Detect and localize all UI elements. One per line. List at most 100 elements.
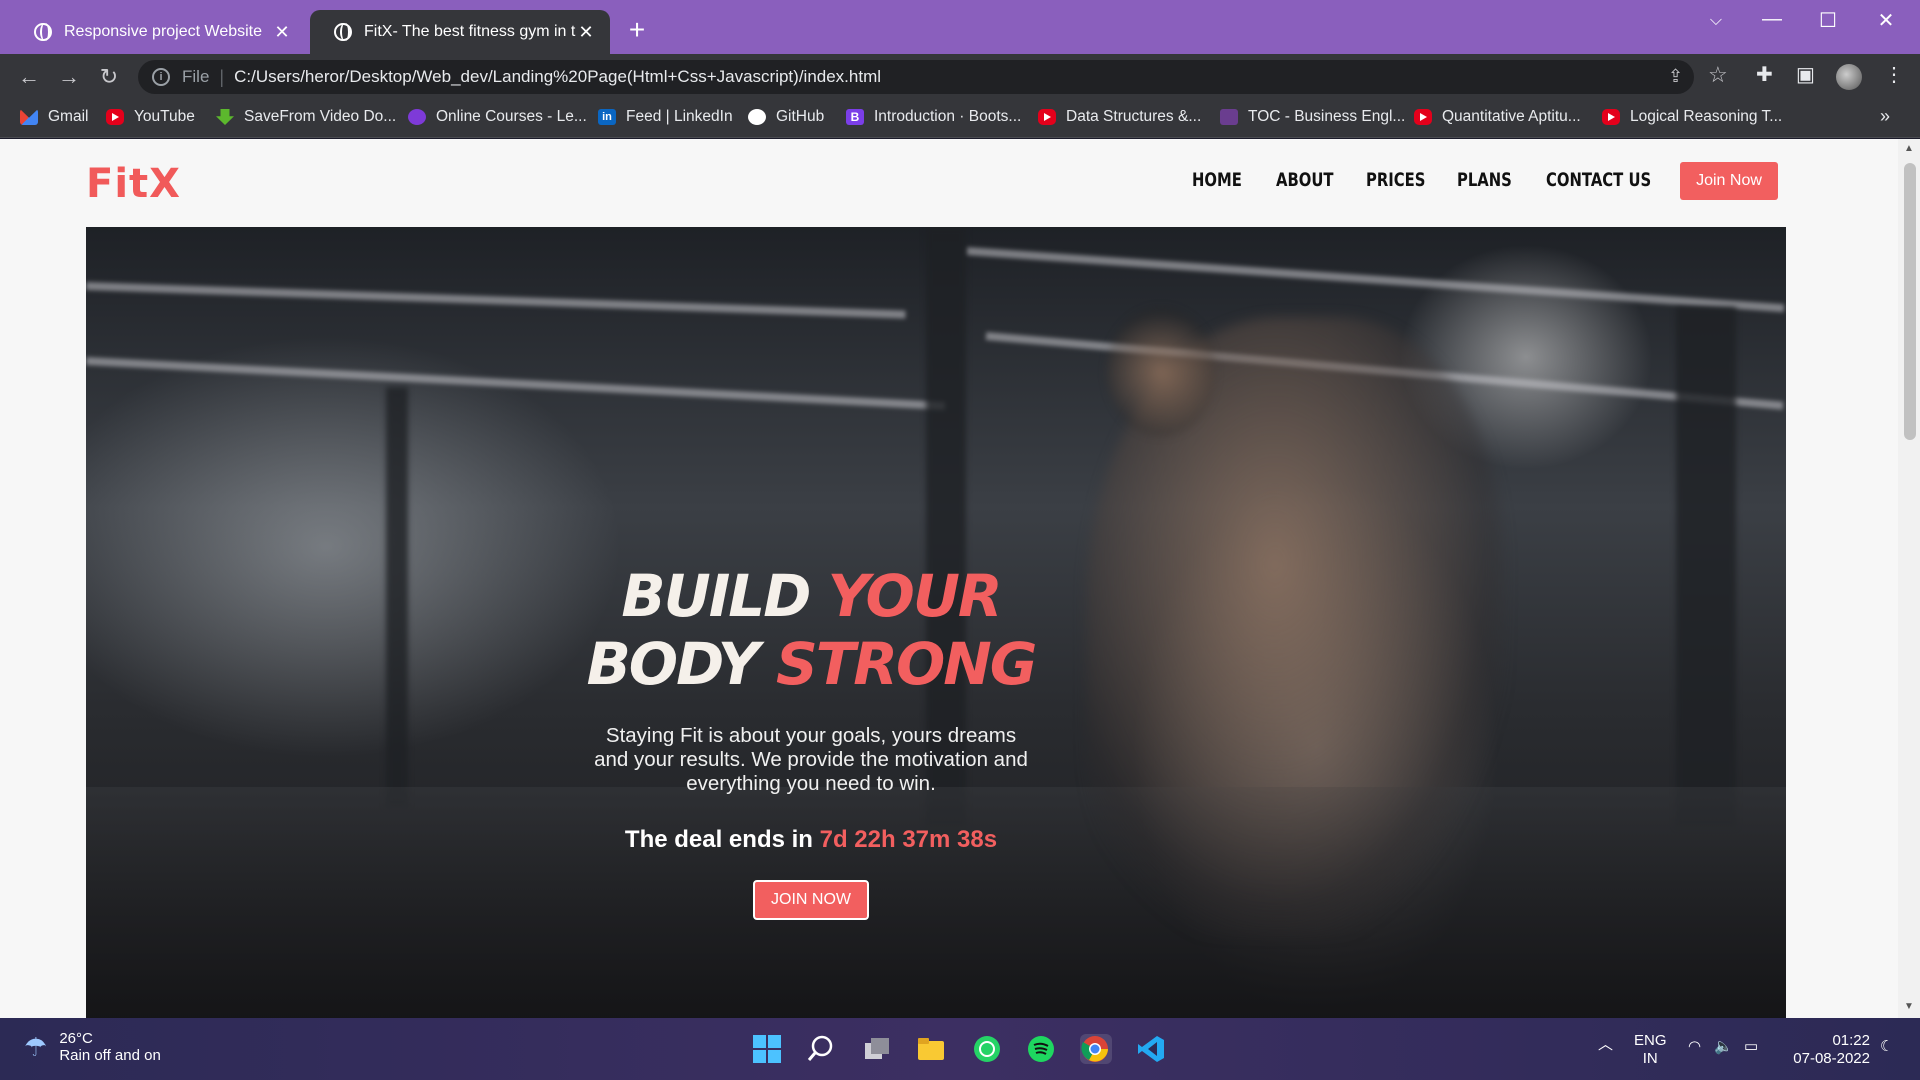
side-panel-icon[interactable]: ▣: [1796, 62, 1815, 87]
deal-prefix: The deal ends in: [624, 826, 813, 853]
file-explorer-icon[interactable]: [916, 1034, 948, 1064]
hero-content: BUILD YOUR BODY STRONG Staying Fit is ab…: [586, 562, 1038, 920]
show-hidden-icons-chevron-icon[interactable]: ︿: [1598, 1036, 1613, 1054]
bookmark-gmail[interactable]: Gmail: [20, 108, 88, 126]
youtube-icon: [1414, 109, 1432, 125]
url-separator: |: [219, 66, 225, 87]
close-tab-icon[interactable]: ✕: [576, 22, 596, 43]
minimize-button[interactable]: —: [1752, 8, 1792, 31]
youtube-icon: [1038, 109, 1056, 125]
maximize-button[interactable]: ☐: [1808, 8, 1848, 33]
battery-icon[interactable]: ▭: [1744, 1038, 1758, 1056]
nav-plans[interactable]: PLANS: [1457, 169, 1512, 191]
share-icon[interactable]: ⇪: [1668, 66, 1683, 87]
weather-temp: 26°C: [59, 1030, 93, 1047]
region-code: IN: [1642, 1050, 1658, 1067]
nav-home[interactable]: HOME: [1192, 169, 1242, 191]
page-viewport: FitX HOME ABOUT PRICES PLANS CONTACT US …: [0, 139, 1898, 1018]
spotify-icon[interactable]: [1026, 1034, 1058, 1064]
weather-description: Rain off and on: [59, 1047, 161, 1064]
globe-icon: [34, 23, 52, 41]
address-bar[interactable]: i File | C:/Users/heror/Desktop/Web_dev/…: [138, 60, 1694, 94]
bookmark-label: Logical Reasoning T...: [1630, 108, 1783, 125]
bookmark-label: YouTube: [134, 108, 195, 125]
menu-kebab-icon[interactable]: ⋮: [1884, 62, 1904, 87]
linkedin-icon: in: [598, 109, 616, 125]
nav-contact-us[interactable]: CONTACT US: [1546, 169, 1651, 191]
umbrella-rain-icon: ☂: [24, 1031, 48, 1062]
udemy-icon: [408, 109, 426, 125]
toc-icon: [1220, 109, 1238, 125]
bookmark-data-structures[interactable]: Data Structures &...: [1038, 108, 1201, 126]
youtube-icon: [1602, 109, 1620, 125]
bookmark-toc[interactable]: TOC - Business Engl...: [1220, 108, 1405, 126]
extensions-icon[interactable]: ✚: [1756, 62, 1773, 87]
bookmark-label: Introduction · Boots...: [874, 108, 1022, 125]
hero-heading: BUILD YOUR BODY STRONG: [586, 562, 1038, 698]
reload-icon[interactable]: ↻: [94, 62, 124, 92]
page-scrollbar[interactable]: ▲ ▼: [1898, 139, 1920, 1018]
clock-time: 01:22: [1832, 1032, 1870, 1049]
gym-pillar: [1676, 307, 1736, 827]
vscode-icon[interactable]: [1136, 1034, 1168, 1064]
site-logo[interactable]: FitX: [86, 161, 181, 207]
weather-widget[interactable]: ☂ 26°C Rain off and on: [24, 1030, 161, 1064]
bootstrap-icon: B: [846, 109, 864, 125]
start-windows-icon[interactable]: [752, 1034, 784, 1064]
clock[interactable]: 01:22 07-08-2022: [1786, 1032, 1870, 1068]
scrollbar-thumb[interactable]: [1904, 163, 1916, 440]
chrome-icon[interactable]: [1080, 1034, 1112, 1064]
more-bookmarks-icon[interactable]: »: [1880, 106, 1890, 127]
close-tab-icon[interactable]: ✕: [272, 22, 292, 43]
bookmark-star-icon[interactable]: ☆: [1708, 62, 1728, 88]
nav-about[interactable]: ABOUT: [1276, 169, 1334, 191]
hero-join-now-button[interactable]: JOIN NOW: [753, 880, 869, 920]
language-code: ENG: [1634, 1032, 1667, 1049]
ceiling-beam: [86, 357, 946, 411]
wifi-icon[interactable]: ◠: [1688, 1038, 1701, 1056]
bookmark-label: GitHub: [776, 108, 825, 125]
clock-date: 07-08-2022: [1793, 1050, 1870, 1067]
download-arrow-icon: [216, 109, 234, 125]
ceiling-beam: [86, 282, 906, 319]
info-icon[interactable]: i: [152, 68, 170, 86]
bookmark-quantitative[interactable]: Quantitative Aptitu...: [1414, 108, 1581, 126]
close-window-button[interactable]: ✕: [1866, 8, 1906, 33]
deal-countdown: The deal ends in 7d 22h 37m 38s: [586, 826, 1036, 854]
forward-icon[interactable]: →: [54, 62, 84, 92]
heading-accent-word: STRONG: [775, 630, 1037, 698]
volume-icon[interactable]: 🔈: [1714, 1038, 1733, 1056]
bookmark-udemy[interactable]: Online Courses - Le...: [408, 108, 587, 126]
gym-pillar: [386, 387, 408, 807]
bookmark-bootstrap[interactable]: B Introduction · Boots...: [846, 108, 1021, 126]
windows-taskbar: ☂ 26°C Rain off and on ︿ ENG IN ◠ 🔈 ▭ 01…: [0, 1018, 1920, 1080]
scroll-down-arrow-icon[interactable]: ▼: [1904, 1001, 1914, 1012]
gmail-icon: [20, 109, 38, 125]
globe-icon: [334, 23, 352, 41]
bookmark-github[interactable]: GitHub: [748, 108, 824, 126]
bookmark-logical-reasoning[interactable]: Logical Reasoning T...: [1602, 108, 1782, 126]
language-indicator[interactable]: ENG IN: [1634, 1032, 1667, 1068]
url-text[interactable]: C:/Users/heror/Desktop/Web_dev/Landing%2…: [234, 67, 881, 87]
tab-search-icon[interactable]: ⌵: [1696, 12, 1736, 30]
new-tab-button[interactable]: +: [622, 14, 652, 46]
bookmark-linkedin[interactable]: in Feed | LinkedIn: [598, 108, 733, 126]
youtube-icon: [106, 109, 124, 125]
tab-fitx[interactable]: FitX- The best fitness gym in the ✕: [310, 10, 610, 54]
back-icon[interactable]: ←: [14, 62, 44, 92]
whatsapp-icon[interactable]: [972, 1034, 1004, 1064]
tab-responsive-project[interactable]: Responsive project Website ✕: [10, 10, 306, 54]
profile-avatar[interactable]: [1836, 64, 1862, 90]
nav-prices[interactable]: PRICES: [1366, 169, 1425, 191]
heading-accent-word: YOUR: [827, 562, 1003, 630]
search-icon[interactable]: [806, 1034, 838, 1064]
scroll-up-arrow-icon[interactable]: ▲: [1904, 143, 1914, 154]
athlete-head: [1106, 307, 1216, 437]
bookmark-savefrom[interactable]: SaveFrom Video Do...: [216, 108, 396, 126]
notifications-moon-icon[interactable]: ☾: [1880, 1038, 1893, 1056]
join-now-button[interactable]: Join Now: [1680, 162, 1778, 200]
bookmarks-bar: Gmail YouTube SaveFrom Video Do... Onlin…: [0, 100, 1920, 138]
bookmark-youtube[interactable]: YouTube: [106, 108, 195, 126]
task-view-icon[interactable]: [862, 1034, 894, 1064]
hero-banner: BUILD YOUR BODY STRONG Staying Fit is ab…: [86, 227, 1786, 1018]
